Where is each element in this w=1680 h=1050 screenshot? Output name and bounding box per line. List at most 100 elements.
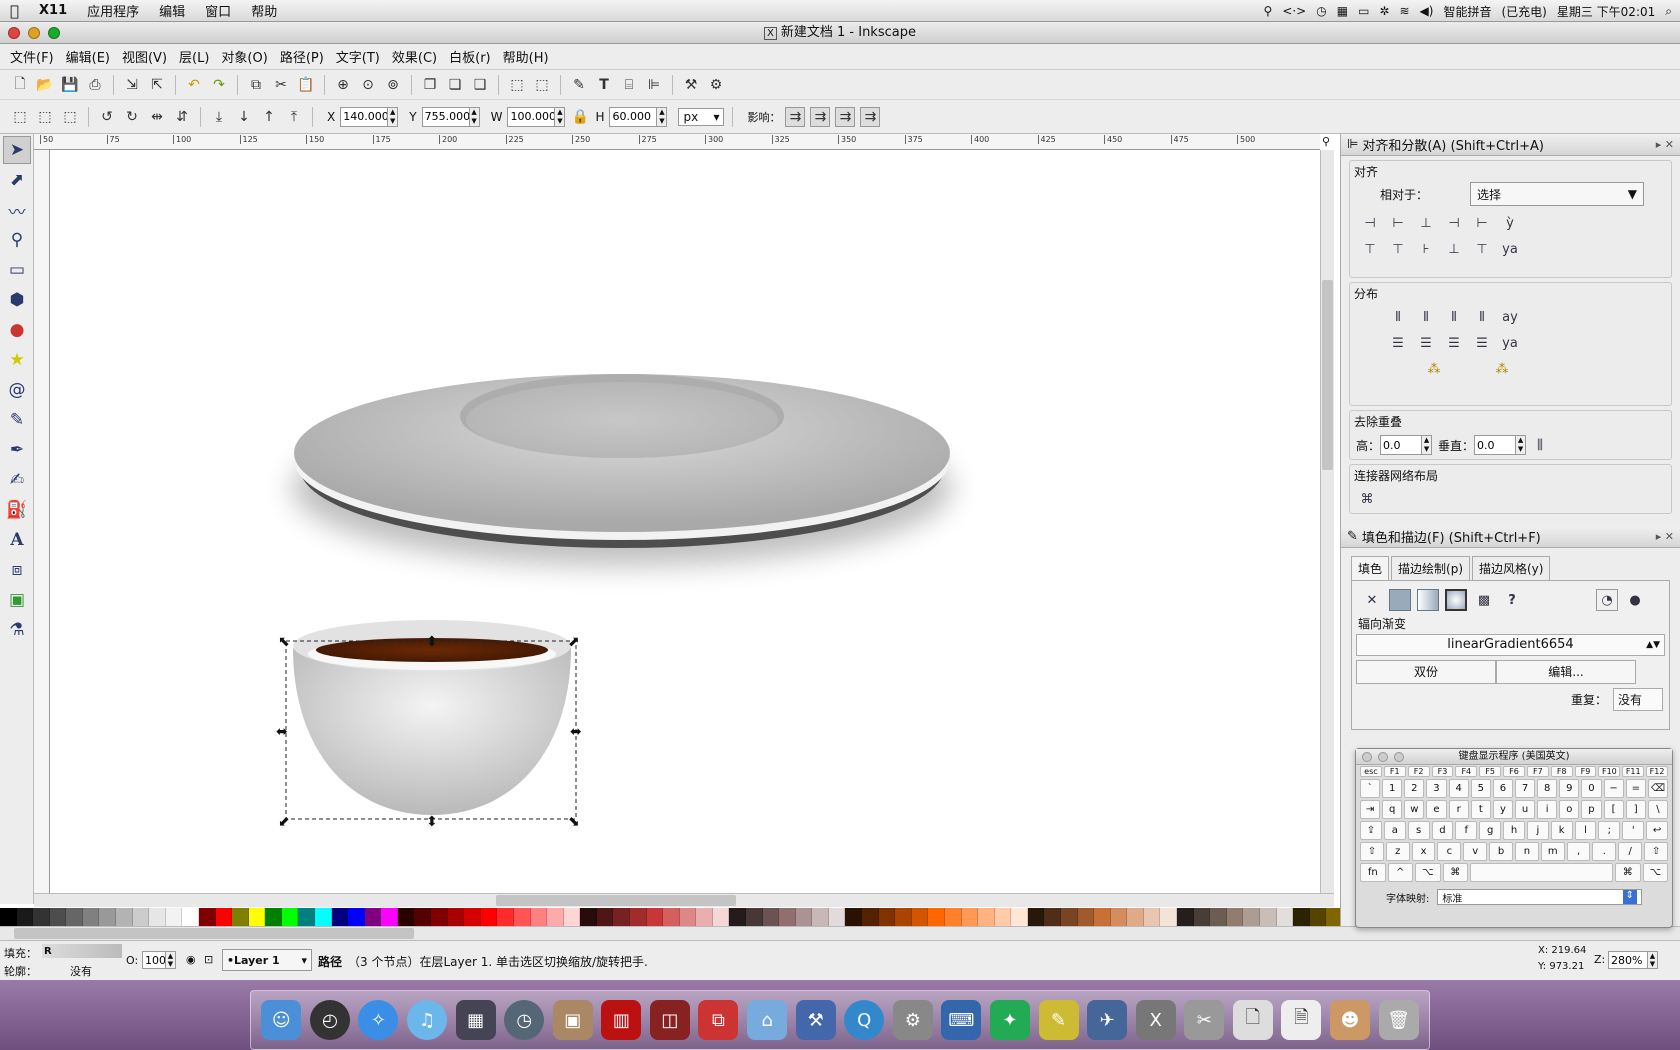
- keyboard-key[interactable]: ⌘: [1442, 863, 1468, 882]
- palette-swatch[interactable]: [1226, 908, 1244, 926]
- battery-status[interactable]: (已充电): [1501, 3, 1546, 20]
- palette-swatch[interactable]: [1077, 908, 1095, 926]
- align-distribute-icon[interactable]: ⊫: [644, 75, 664, 95]
- repeat-select[interactable]: 没有: [1613, 688, 1663, 711]
- keyboard-key[interactable]: F2: [1407, 766, 1430, 777]
- palette-swatch[interactable]: [1193, 908, 1211, 926]
- keyboard-key[interactable]: esc: [1360, 766, 1382, 777]
- distribute-gaps-h-icon[interactable]: ⫴: [1471, 306, 1493, 328]
- palette-swatch[interactable]: [779, 908, 796, 926]
- y-spin-arrows[interactable]: ▲ ▼: [468, 107, 479, 126]
- wifi-icon[interactable]: ≋: [1399, 4, 1409, 18]
- rotate-cw-icon[interactable]: ↻: [122, 107, 142, 127]
- save-icon[interactable]: 💾: [60, 75, 80, 95]
- align-baseline-icon[interactable]: ỳ: [1499, 212, 1521, 234]
- lock-icon[interactable]: 🔒: [570, 107, 590, 127]
- mac-app-name[interactable]: X11: [29, 3, 77, 18]
- keyboard-key[interactable]: F5: [1479, 766, 1502, 777]
- zoom-spin-arrows[interactable]: ▲ ▼: [1647, 952, 1657, 968]
- color-palette[interactable]: [0, 908, 1360, 926]
- flat-color-icon[interactable]: [1389, 589, 1411, 611]
- palette-swatch[interactable]: [911, 908, 929, 926]
- palette-swatch[interactable]: [0, 908, 17, 926]
- keyboard-key[interactable]: w: [1404, 800, 1425, 819]
- spaces-icon[interactable]: ▦: [1337, 4, 1348, 18]
- spotlight-icon[interactable]: ⌕: [1665, 4, 1672, 19]
- unclump-icon[interactable]: ⁂: [1491, 358, 1513, 380]
- inkscape-dock-icon[interactable]: ✎: [1038, 1000, 1079, 1040]
- palette-swatch[interactable]: [248, 908, 266, 926]
- document-stack-icon[interactable]: 🗋: [1232, 1000, 1273, 1040]
- connector-layout-icon[interactable]: ⌘: [1356, 488, 1378, 510]
- new-document-icon[interactable]: 🗋: [10, 75, 30, 95]
- keyboard-key[interactable]: b: [1489, 842, 1513, 861]
- keynote-icon[interactable]: ⌂: [747, 1000, 788, 1040]
- palette-swatch[interactable]: [629, 908, 647, 926]
- keyboard-key[interactable]: 0: [1581, 779, 1602, 798]
- keyboard-key[interactable]: m: [1540, 842, 1565, 861]
- x-input[interactable]: [341, 110, 388, 123]
- mac-menu-item[interactable]: 应用程序: [77, 1, 149, 20]
- keyboard-key[interactable]: d: [1431, 821, 1454, 840]
- apple-icon[interactable]: : [0, 2, 29, 20]
- time-machine-dock-icon[interactable]: ◷: [504, 1000, 545, 1040]
- select-all-layers-icon[interactable]: ⬚: [35, 107, 55, 127]
- keyboard-key[interactable]: k: [1550, 821, 1573, 840]
- opacity-field[interactable]: ▲▼: [142, 951, 176, 969]
- align-right-icon[interactable]: ⊣: [1443, 212, 1465, 234]
- keyboard-viewer-titlebar[interactable]: 键盘显示程序 (美国英文): [1356, 749, 1672, 765]
- palette-swatch[interactable]: [431, 908, 448, 926]
- horizontal-scroll-thumb[interactable]: [496, 895, 736, 906]
- palette-swatch[interactable]: [563, 908, 581, 926]
- palette-swatch[interactable]: [944, 908, 962, 926]
- palette-swatch[interactable]: [265, 908, 282, 926]
- w-spin-arrows[interactable]: ▲ ▼: [554, 107, 565, 126]
- zoom-selection-icon[interactable]: ⊕: [333, 75, 353, 95]
- palette-swatch[interactable]: [364, 908, 382, 926]
- keyboard-key[interactable]: `: [1360, 779, 1381, 798]
- palette-swatch[interactable]: [729, 908, 747, 926]
- vertical-scroll-thumb[interactable]: [1322, 280, 1333, 470]
- horizontal-ruler[interactable]: 50 75 100 125 150 175 200 225 250 275 300 325 350 375…: [34, 134, 1320, 150]
- document-properties-icon[interactable]: ⚙: [706, 75, 726, 95]
- keyboard-key[interactable]: ⇧: [1644, 842, 1668, 861]
- rect-tool-icon[interactable]: ▭: [3, 256, 31, 284]
- palette-scroll-thumb[interactable]: [14, 928, 414, 939]
- menu-help[interactable]: 帮助(H): [497, 47, 555, 66]
- pencil-tool-icon[interactable]: ✎: [3, 406, 31, 434]
- palette-swatch[interactable]: [16, 908, 34, 926]
- palette-swatch[interactable]: [397, 908, 415, 926]
- keyboard-key[interactable]: l: [1574, 821, 1597, 840]
- palette-swatch[interactable]: [381, 908, 398, 926]
- fill-panel-header[interactable]: ✎ 填色和描边(F) (Shift+Ctrl+F) ▸ ✕: [1341, 526, 1680, 548]
- network-utility-icon[interactable]: ⌨: [941, 1000, 982, 1040]
- h-input[interactable]: [610, 110, 657, 123]
- vertical-scrollbar[interactable]: [1320, 150, 1334, 900]
- palette-swatch[interactable]: [1210, 908, 1227, 926]
- keyboard-key[interactable]: ': [1622, 821, 1645, 840]
- connector-tool-icon[interactable]: ⧈: [3, 556, 31, 584]
- keyboard-key[interactable]: ↩: [1646, 821, 1668, 840]
- dropper-tool-icon[interactable]: ⚗: [3, 616, 31, 644]
- keyboard-key[interactable]: ⇪: [1360, 821, 1382, 840]
- zoom-window-button[interactable]: [1394, 752, 1404, 762]
- text-tool-icon[interactable]: A: [3, 526, 31, 554]
- zoom-input[interactable]: [1609, 953, 1647, 967]
- keyboard-key[interactable]: u: [1514, 800, 1536, 819]
- palette-swatch[interactable]: [547, 908, 564, 926]
- quicktime-icon[interactable]: Q: [844, 1000, 885, 1040]
- keyboard-key[interactable]: n: [1514, 842, 1539, 861]
- keyboard-key[interactable]: −: [1603, 779, 1624, 798]
- panel-close-icon[interactable]: ▸ ✕: [1656, 530, 1674, 543]
- distribute-bottom-icon[interactable]: ☰: [1443, 332, 1465, 354]
- distribute-left-icon[interactable]: ⫴: [1387, 306, 1409, 328]
- minimize-window-button[interactable]: [1378, 752, 1388, 762]
- align-right-edges-icon[interactable]: ⊣: [1359, 212, 1381, 234]
- trash-icon[interactable]: 🗑: [1378, 1000, 1419, 1040]
- keyboard-key[interactable]: v: [1463, 842, 1488, 861]
- vmware-icon[interactable]: ⧉: [698, 1000, 739, 1040]
- align-left-icon[interactable]: ⊢: [1387, 212, 1409, 234]
- drawing-canvas[interactable]: ⬉ ⬈ ⬋ ⬊ ⬌ ⬌ ⬍ ⬍: [50, 150, 1320, 900]
- palette-swatch[interactable]: [679, 908, 697, 926]
- copy-icon[interactable]: ⧉: [246, 75, 266, 95]
